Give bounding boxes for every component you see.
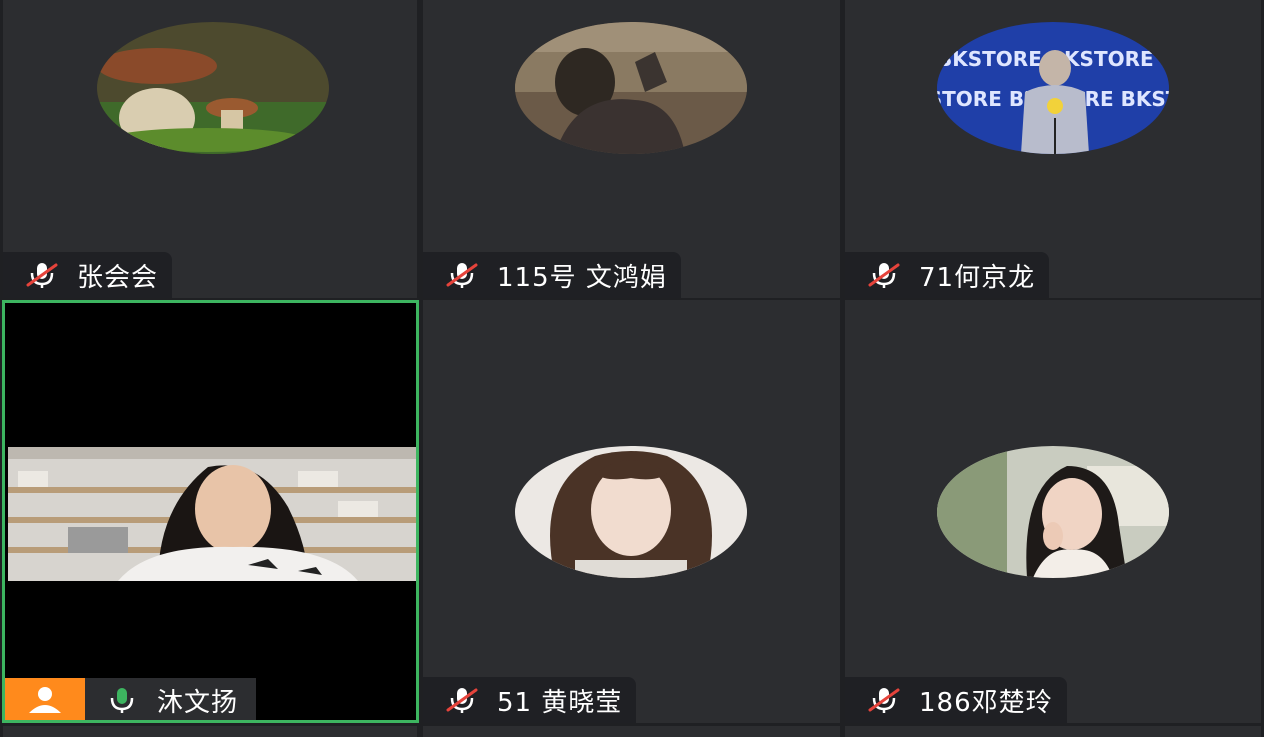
mic-muted-icon (446, 263, 478, 288)
video-feed (8, 447, 416, 581)
participant-tile-3[interactable]: BKSTORE BKSTORE BKSTORE BKSTORE BKSTORE … (845, 0, 1261, 298)
name-tag: 186邓楚玲 (845, 677, 1067, 723)
host-badge (5, 678, 85, 720)
mic-muted-icon (26, 263, 58, 288)
participant-tile-1[interactable]: 张会会 (3, 0, 417, 298)
mic-muted-icon (446, 688, 478, 713)
name-tag: 51 黄晓莹 (423, 677, 637, 723)
participant-name: 115号 文鸿娟 (497, 262, 667, 293)
participant-tile-2[interactable]: 115号 文鸿娟 (423, 0, 840, 298)
mic-muted-icon (868, 263, 900, 288)
participant-avatar (515, 22, 747, 154)
name-tag: 张会会 (3, 252, 173, 298)
participant-tile-active[interactable]: 沐文扬 (2, 300, 419, 723)
participant-name: 张会会 (77, 262, 159, 293)
participant-tile-partial (3, 726, 417, 737)
participant-name: 71何京龙 (919, 262, 1036, 293)
participant-tile-partial (845, 726, 1261, 737)
participant-avatar (97, 22, 329, 154)
participant-name: 51 黄晓莹 (497, 687, 623, 718)
participant-tile-5[interactable]: 51 黄晓莹 (423, 300, 840, 723)
participant-avatar (515, 446, 747, 578)
participant-tile-partial (423, 726, 840, 737)
participant-tile-6[interactable]: 186邓楚玲 (845, 300, 1261, 723)
participant-avatar (937, 446, 1169, 578)
name-tag: 115号 文鸿娟 (423, 252, 681, 298)
name-tag: 沐文扬 (85, 678, 257, 720)
participant-name: 186邓楚玲 (919, 687, 1053, 718)
name-tag: 71何京龙 (845, 252, 1050, 298)
person-icon (29, 687, 61, 713)
participant-avatar: BKSTORE BKSTORE BKSTORE BKSTORE BKSTORE … (937, 22, 1169, 154)
mic-muted-icon (868, 688, 900, 713)
mic-active-icon (110, 688, 134, 713)
participant-name: 沐文扬 (157, 687, 239, 718)
